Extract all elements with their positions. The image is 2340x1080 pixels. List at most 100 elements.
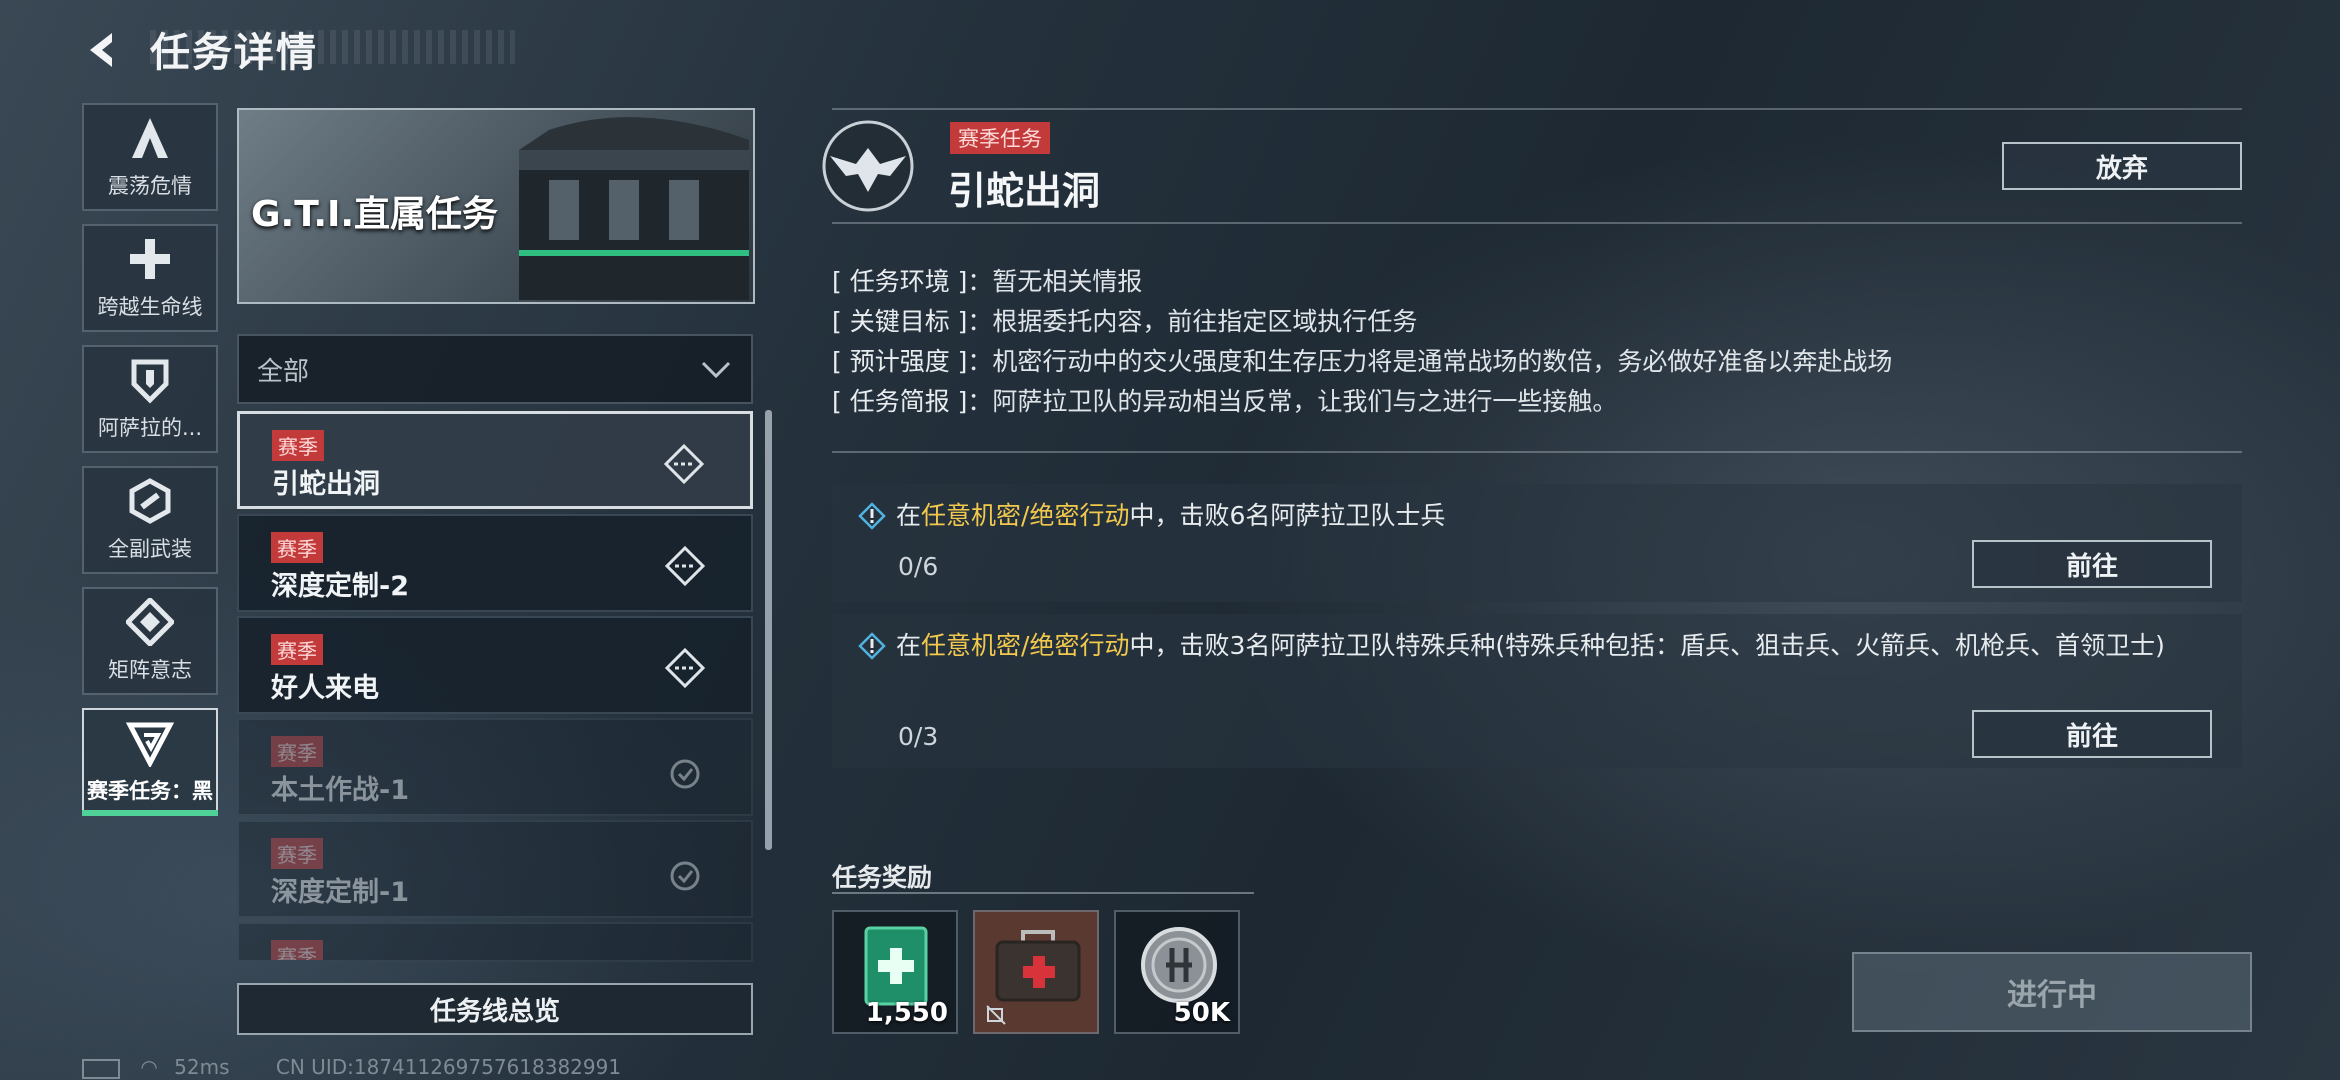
mission-name: 本土作战-1 (271, 775, 409, 806)
objective-suffix: 中，击败3名阿萨拉卫队特殊兵种(特殊兵种包括：盾兵、狙击兵、火箭兵、机枪兵、首领… (1129, 631, 2165, 660)
nav-item-label: 震荡危情 (108, 174, 192, 198)
mission-list-scrollbar[interactable] (765, 410, 772, 850)
divider (832, 451, 2242, 453)
objective-card: 在任意机密/绝密行动中，击败3名阿萨拉卫队特殊兵种(特殊兵种包括：盾兵、狙击兵、… (832, 614, 2242, 768)
nav-item-label: 阿萨拉的... (97, 416, 203, 440)
mission-name: 好人来电 (271, 673, 379, 704)
objective-suffix: 中，击败6名阿萨拉卫队士兵 (1129, 501, 1446, 530)
info-briefing: [ 任务简报 ]：阿萨拉卫队的异动相当反常，让我们与之进行一些接触。 (832, 382, 1617, 418)
cross-icon (130, 239, 170, 279)
battery-icon (82, 1058, 120, 1079)
objective-text: 在任意机密/绝密行动中，击败6名阿萨拉卫队士兵 (896, 496, 2196, 536)
season-mission-tag: 赛季任务 (950, 122, 1050, 154)
nav-item-fully-armed[interactable]: 全副武装 (82, 466, 218, 574)
supply-crate-image (519, 117, 749, 300)
page-title: 任务详情 (150, 30, 318, 76)
reward-item[interactable]: 1,550 (832, 910, 958, 1034)
a-logo-icon (132, 118, 168, 158)
g-triangle-icon (126, 722, 174, 767)
reward-quantity: 50K (1173, 998, 1230, 1028)
reward-section-title: 任务奖励 (832, 863, 933, 892)
nav-item-label: 全副武装 (108, 537, 192, 561)
faction-emblem (820, 118, 916, 214)
back-button[interactable] (80, 25, 130, 75)
mission-list-item[interactable]: 赛季 本土作战-1 (237, 718, 753, 816)
nav-item-matrix-will[interactable]: 矩阵意志 (82, 587, 218, 695)
hexagon-link-icon (129, 478, 171, 524)
reward-quantity: 1,550 (865, 998, 948, 1028)
green-medkit-card-icon (864, 926, 928, 1006)
mission-name: 深度定制-1 (271, 877, 409, 908)
objective-text: 在任意机密/绝密行动中，击败3名阿萨拉卫队特殊兵种(特殊兵种包括：盾兵、狙击兵、… (896, 626, 2236, 666)
chevron-down-icon (701, 361, 731, 379)
info-value: ：暂无相关情报 (967, 267, 1143, 296)
info-key: [ 任务环境 ] (832, 267, 968, 296)
objective-progress: 0/6 (898, 552, 939, 581)
season-tag: 赛季 (271, 838, 323, 869)
mission-list-item[interactable]: 赛季 深度定制-2 (237, 514, 753, 612)
info-environment: [ 任务环境 ]：暂无相关情报 (832, 262, 1142, 298)
target-diamond-icon (665, 648, 705, 688)
objective-progress: 0/3 (898, 722, 939, 751)
nav-item-lifeline[interactable]: 跨越生命线 (82, 224, 218, 332)
completed-medal-icon (670, 759, 700, 789)
mission-list-item[interactable]: 赛季 引蛇出洞 (237, 411, 753, 509)
objective-card: 在任意机密/绝密行动中，击败6名阿萨拉卫队士兵 0/6 前往 (832, 484, 2242, 602)
silver-coin-icon (1141, 927, 1217, 1003)
target-diamond-icon (665, 546, 705, 586)
objective-prefix: 在 (896, 631, 922, 660)
season-tag: 赛季 (272, 430, 324, 461)
reward-item[interactable] (973, 910, 1099, 1034)
shield-icon (131, 359, 169, 404)
mission-filter-dropdown[interactable]: 全部 (237, 334, 753, 404)
nav-item-label: 赛季任务：黑 (87, 779, 213, 803)
nav-item-ahsarah[interactable]: 阿萨拉的... (82, 345, 218, 453)
nav-item-label: 矩阵意志 (108, 658, 192, 682)
red-medical-case-icon (995, 930, 1081, 1002)
mission-list-item[interactable]: 赛季 深度定制-1 (237, 820, 753, 918)
objective-highlight: 任意机密/绝密行动 (921, 631, 1130, 660)
wifi-icon: ◠ (140, 1055, 158, 1079)
not-tradable-icon (986, 1005, 1006, 1025)
season-tag: 赛季 (271, 736, 323, 767)
in-progress-button[interactable]: 进行中 (1852, 952, 2252, 1032)
objective-diamond-icon (858, 502, 886, 530)
banner-title: G.T.I.直属任务 (251, 194, 499, 235)
mission-line-overview-button[interactable]: 任务线总览 (237, 983, 753, 1035)
quest-title: 引蛇出洞 (948, 169, 1101, 213)
diamond-matrix-icon (126, 598, 174, 646)
info-key: [ 预计强度 ] (832, 347, 968, 376)
mission-list-item[interactable]: 赛季 (237, 922, 753, 962)
nav-item-tremor-crisis[interactable]: 震荡危情 (82, 103, 218, 211)
season-tag: 赛季 (271, 532, 323, 563)
back-arrow-icon (90, 33, 112, 67)
nav-item-season-missions[interactable]: 赛季任务：黑 (82, 708, 218, 816)
info-key: [ 关键目标 ] (832, 307, 968, 336)
target-diamond-icon (664, 444, 704, 484)
filter-value: 全部 (257, 356, 310, 387)
info-key: [ 任务简报 ] (832, 387, 968, 416)
mission-name: 引蛇出洞 (272, 469, 380, 500)
mission-line-banner: G.T.I.直属任务 (237, 108, 755, 304)
season-tag: 赛季 (271, 940, 323, 960)
uid-text: CN UID:18741126975761838299​1 (275, 1055, 622, 1079)
info-estimated-intensity: [ 预计强度 ]：机密行动中的交火强度和生存压力将是通常战场的数倍，务必做好准备… (832, 342, 1892, 378)
info-value: ：根据委托内容，前往指定区域执行任务 (967, 307, 1418, 336)
go-button[interactable]: 前往 (1972, 540, 2212, 588)
status-bar: ◠ 52ms CN UID:18741126975761838299​1 (82, 1055, 621, 1079)
go-button[interactable]: 前往 (1972, 710, 2212, 758)
objective-prefix: 在 (896, 501, 922, 530)
nav-item-label: 跨越生命线 (97, 295, 203, 319)
eagle-emblem-icon (822, 120, 914, 212)
mission-list-item[interactable]: 赛季 好人来电 (237, 616, 753, 714)
season-tag: 赛季 (271, 634, 323, 665)
objective-diamond-icon (858, 632, 886, 660)
completed-medal-icon (670, 861, 700, 891)
info-value: ：机密行动中的交火强度和生存压力将是通常战场的数倍，务必做好准备以奔赴战场 (967, 347, 1893, 376)
info-value: ：阿萨拉卫队的异动相当反常，让我们与之进行一些接触。 (967, 387, 1618, 416)
reward-item[interactable]: 50K (1114, 910, 1240, 1034)
divider (832, 222, 2242, 224)
abandon-button[interactable]: 放弃 (2002, 142, 2242, 190)
divider (832, 108, 2242, 110)
ping-value: 52ms (174, 1055, 230, 1079)
